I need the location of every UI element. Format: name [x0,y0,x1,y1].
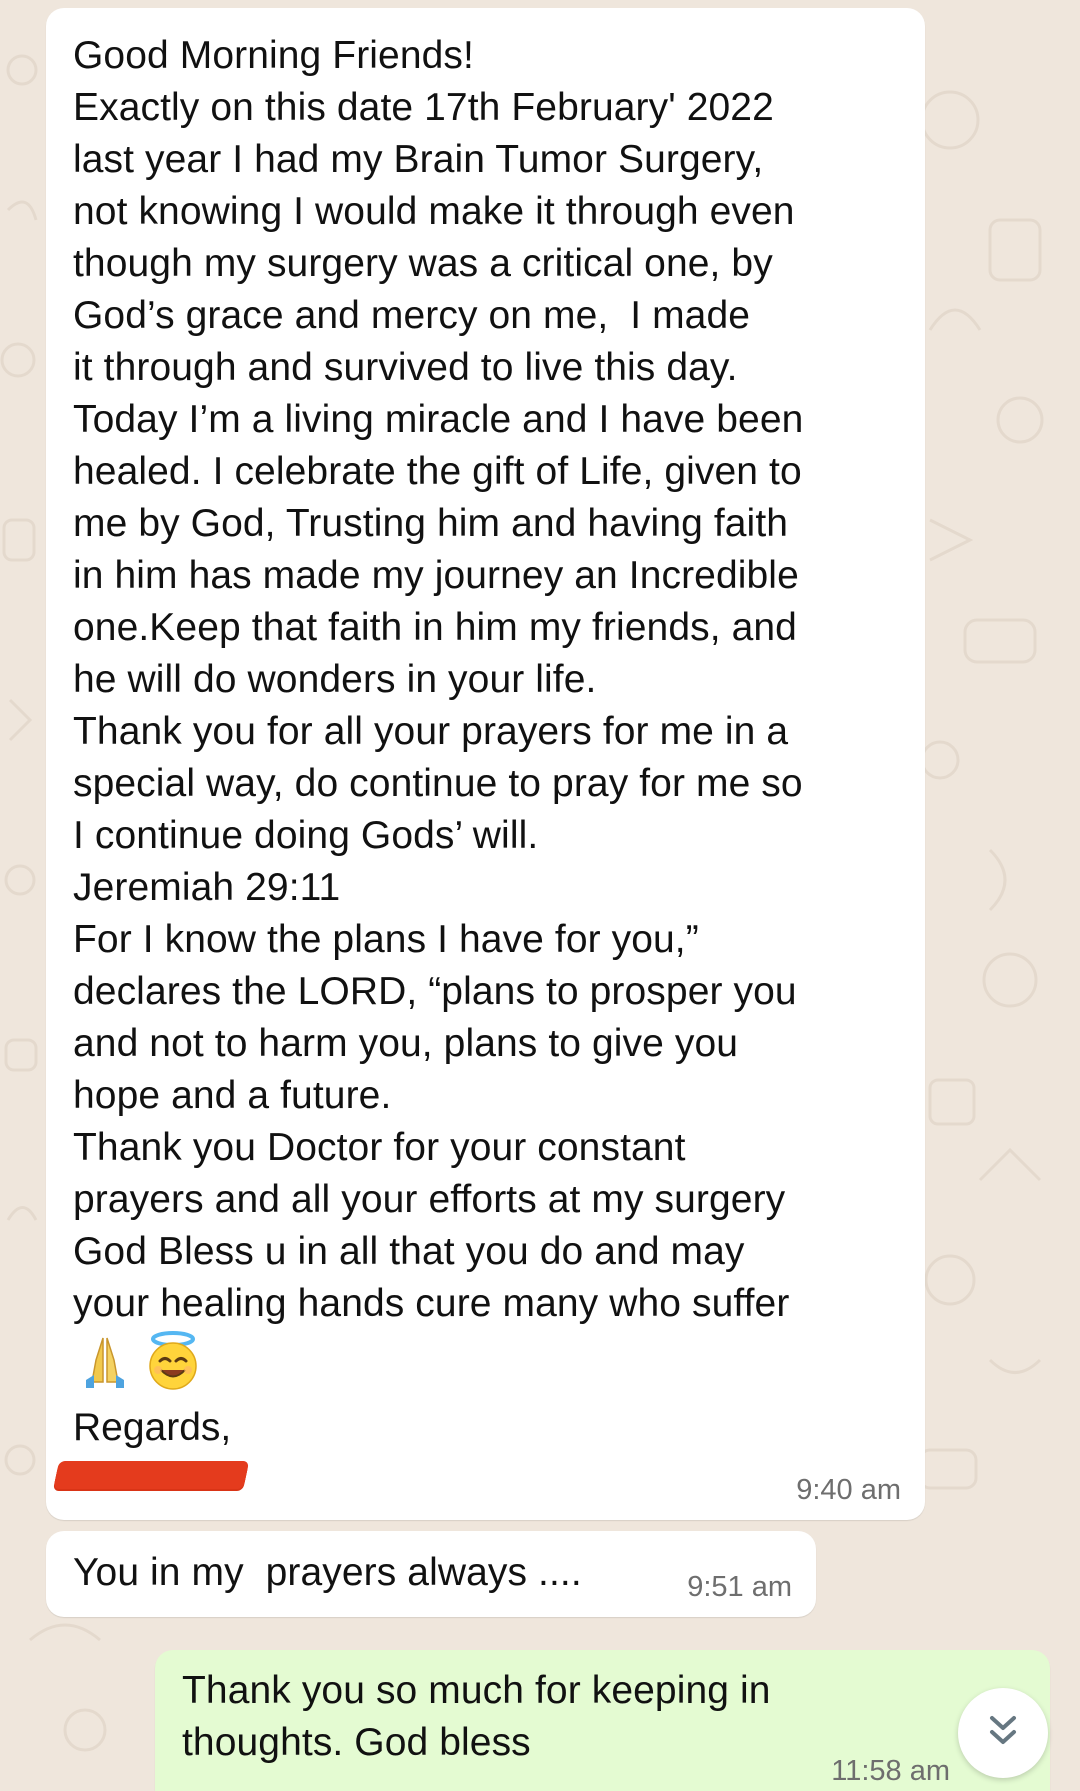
message-time: 11:58 am [831,1755,950,1787]
message-text: Good Morning Friends! Exactly on this da… [73,34,804,1325]
outgoing-message[interactable]: Thank you so much for keeping in thought… [155,1650,1050,1791]
redaction-mark [53,1463,249,1489]
smiling-face-with-halo-icon [142,1330,204,1392]
message-time: 9:51 am [687,1571,792,1603]
message-time: 9:40 am [796,1474,901,1506]
chat-thread: Good Morning Friends! Exactly on this da… [0,0,1080,1791]
message-text: Thank you so much for keeping in thought… [182,1669,771,1764]
folded-hands-icon [74,1330,136,1392]
scroll-to-bottom-button[interactable] [958,1688,1048,1778]
closing-text: Regards, [73,1406,232,1449]
incoming-message[interactable]: Good Morning Friends! Exactly on this da… [46,8,925,1520]
incoming-message[interactable]: You in my prayers always .... 9:51 am [46,1531,816,1617]
message-text: You in my prayers always .... [73,1551,582,1594]
double-chevron-down-icon [982,1710,1024,1757]
emoji-row [74,1330,204,1392]
